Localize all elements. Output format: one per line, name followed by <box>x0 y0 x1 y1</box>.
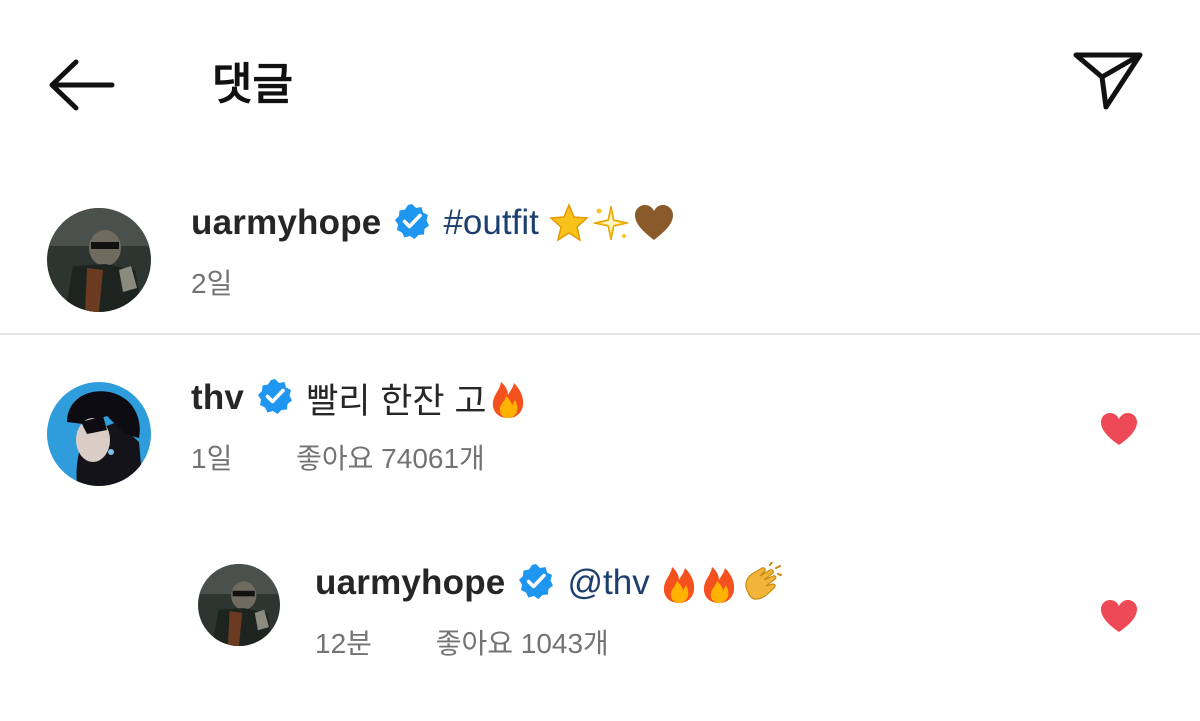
star-emoji <box>549 203 589 243</box>
timestamp: 2일 <box>191 268 233 299</box>
sparkles-emoji <box>591 203 631 243</box>
username[interactable]: thv <box>191 378 244 418</box>
likes-count[interactable]: 좋아요 1043개 <box>436 628 609 659</box>
avatar-image <box>198 564 280 646</box>
avatar[interactable] <box>47 382 151 486</box>
verified-badge-icon <box>393 202 431 245</box>
reply-line: uarmyhope @thv <box>315 560 782 606</box>
caption-line: uarmyhope #outfit <box>191 200 675 246</box>
username[interactable]: uarmyhope <box>315 563 505 603</box>
likes-count[interactable]: 좋아요 74061개 <box>296 443 485 474</box>
caption-meta: 2일 <box>191 262 288 302</box>
avatar[interactable] <box>47 208 151 312</box>
reply-meta: 12분 좋아요 1043개 <box>315 622 665 662</box>
fire-emoji <box>660 562 698 604</box>
avatar-image <box>47 208 151 312</box>
verified-badge-icon <box>256 377 294 420</box>
avatar[interactable] <box>198 564 280 646</box>
heart-icon[interactable] <box>1100 599 1138 633</box>
reply-item: uarmyhope @thv 12분 좋아요 1043개 <box>0 515 1200 721</box>
username[interactable]: uarmyhope <box>191 203 381 243</box>
clapping-hands-emoji <box>740 562 782 604</box>
caption-row: uarmyhope #outfit 2일 <box>0 0 1200 333</box>
brown-heart-emoji <box>633 203 675 243</box>
mention-link[interactable]: @thv <box>567 563 649 603</box>
comment-text: 빨리 한잔 고 <box>306 381 487 421</box>
hashtag-link[interactable]: #outfit <box>443 203 538 243</box>
heart-icon[interactable] <box>1100 412 1138 446</box>
verified-badge-icon <box>517 562 555 605</box>
timestamp: 1일 <box>191 443 233 474</box>
fire-emoji <box>700 562 738 604</box>
comment-item: thv 빨리 한잔 고 1일 좋아요 74061개 <box>0 335 1200 515</box>
comment-line: thv 빨리 한잔 고 <box>191 375 527 421</box>
fire-emoji <box>489 377 527 419</box>
comment-meta: 1일 좋아요 74061개 <box>191 437 541 477</box>
avatar-image <box>47 382 151 486</box>
timestamp: 12분 <box>315 628 372 659</box>
